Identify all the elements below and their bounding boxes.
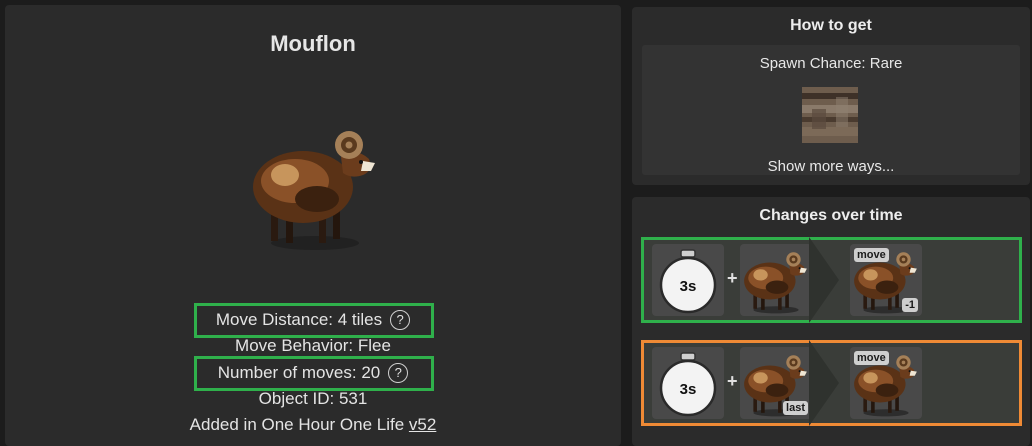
timer-label: 3s [680, 381, 697, 398]
number-of-moves-row: Number of moves: 20? [5, 363, 621, 383]
transition-row[interactable]: 3s + move -1 [641, 237, 1022, 323]
actor-tile[interactable]: last [740, 347, 812, 419]
actor-tile[interactable] [740, 244, 812, 316]
changes-panel: Changes over time 3s + move -1 3s + last… [632, 197, 1030, 446]
transition-row[interactable]: 3s + last move [641, 340, 1022, 426]
added-in-text: Added in One Hour One Life [189, 415, 409, 434]
biome-icon[interactable] [802, 87, 858, 143]
how-to-get-card: Spawn Chance: Rare Show more ways... [642, 45, 1020, 175]
how-to-get-panel: How to get Spawn Chance: Rare Show more … [632, 7, 1030, 185]
how-to-get-title: How to get [790, 17, 872, 34]
timer-label: 3s [680, 278, 697, 295]
help-icon[interactable]: ? [390, 310, 411, 330]
move-tag: move [854, 248, 889, 262]
object-panel: Mouflon Move Distance: 4 tiles? Move Beh… [5, 5, 621, 446]
last-tag: last [783, 401, 808, 415]
changes-title: Changes over time [759, 207, 903, 224]
mouflon-icon [744, 252, 807, 314]
plus-sign: + [727, 268, 738, 288]
result-tile[interactable]: move -1 [850, 244, 922, 316]
timer-tile[interactable]: 3s [652, 347, 724, 419]
timer-tile[interactable]: 3s [652, 244, 724, 316]
spawn-chance-text: Spawn Chance: Rare [759, 55, 903, 72]
plus-sign: + [727, 371, 738, 391]
object-title: Mouflon [270, 31, 356, 56]
stopwatch-icon: 3s [659, 352, 717, 417]
count-badge: -1 [902, 298, 918, 312]
move-behavior-text: Move Behavior: Flee [235, 336, 391, 355]
show-more-link[interactable]: Show more ways... [642, 158, 1020, 175]
number-of-moves-text: Number of moves: 20 [217, 363, 381, 382]
version-link[interactable]: v52 [409, 415, 436, 434]
arrow-icon [809, 237, 839, 323]
move-distance-text: Move Distance: 4 tiles [215, 310, 383, 329]
help-icon[interactable]: ? [388, 363, 409, 383]
stopwatch-icon: 3s [659, 249, 717, 314]
move-distance-row: Move Distance: 4 tiles? [5, 310, 621, 330]
result-tile[interactable]: move [850, 347, 922, 419]
added-in-row: Added in One Hour One Life v52 [5, 415, 621, 435]
arrow-icon [809, 340, 839, 426]
object-id-text: Object ID: 531 [258, 389, 368, 408]
move-tag: move [854, 351, 889, 365]
mouflon-image [253, 131, 375, 250]
